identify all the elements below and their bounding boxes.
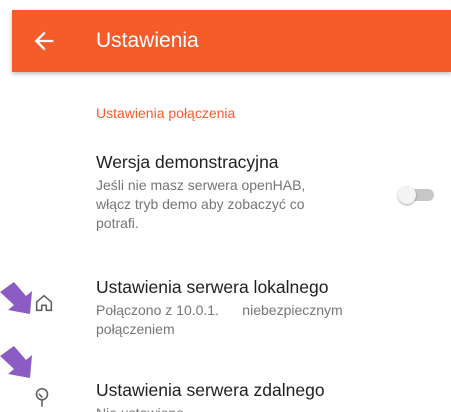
pref-local-server[interactable]: Ustawienia serwera lokalnego Połączono z… [96, 277, 416, 339]
pref-remote-title: Ustawienia serwera zdalnego [96, 380, 325, 400]
pref-local-title: Ustawienia serwera lokalnego [96, 277, 329, 297]
section-header-connection: Ustawienia połączenia [96, 105, 236, 121]
arrow-left-icon [34, 31, 54, 51]
summary-line: Połączono z 10.0.1. niebezpiecznym [96, 302, 343, 318]
pref-demo-summary: Jeśli nie masz serwera openHAB, włącz tr… [96, 176, 416, 233]
switch-thumb [398, 186, 416, 204]
app-bar: Ustawienia [12, 10, 451, 72]
summary-line: potrafi. [96, 215, 139, 231]
pref-local-summary: Połączono z 10.0.1. niebezpiecznym połąc… [96, 301, 416, 339]
annotation-arrow-icon [0, 340, 50, 390]
annotation-arrow-icon [0, 278, 50, 328]
pref-demo-title: Wersja demonstracyjna [96, 152, 279, 172]
summary-line: połączeniem [96, 321, 175, 337]
demo-mode-switch[interactable] [398, 186, 434, 204]
pref-demo-mode[interactable]: Wersja demonstracyjna Jeśli nie masz ser… [96, 152, 416, 233]
summary-line: włącz tryb demo aby zobaczyć co [96, 196, 305, 212]
summary-line: Nie ustawiono [96, 404, 416, 412]
page-title: Ustawienia [96, 29, 199, 52]
summary-line: Jeśli nie masz serwera openHAB, [96, 177, 306, 193]
pref-remote-server[interactable]: Ustawienia serwera zdalnego Nie ustawion… [96, 380, 416, 412]
back-button[interactable] [30, 27, 58, 55]
pref-remote-summary: Nie ustawiono [96, 404, 416, 412]
